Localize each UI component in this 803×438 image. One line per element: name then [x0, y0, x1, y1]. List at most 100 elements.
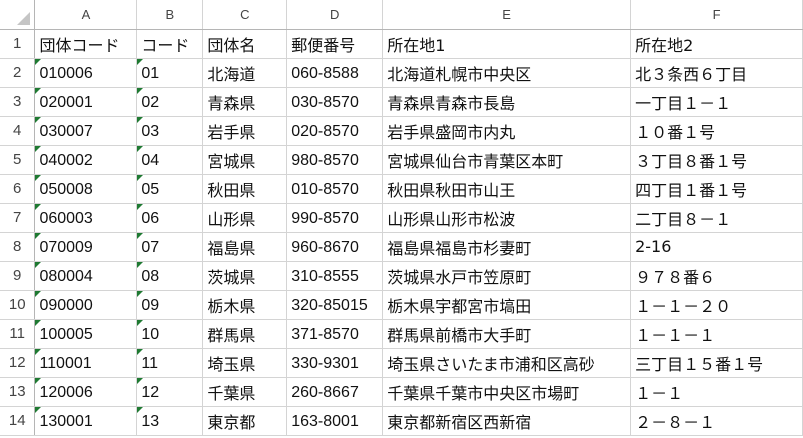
- cell-b[interactable]: 12: [136, 377, 204, 407]
- cell-b[interactable]: 06: [136, 203, 204, 233]
- cell-b[interactable]: 05: [136, 174, 204, 204]
- cell-c[interactable]: 埼玉県: [202, 348, 288, 378]
- cell-c[interactable]: 栃木県: [202, 290, 288, 320]
- cell-a[interactable]: 120006: [34, 377, 138, 407]
- row-header[interactable]: 8: [0, 232, 36, 262]
- cell-e[interactable]: 岩手県盛岡市内丸: [382, 116, 632, 146]
- header-cell-d[interactable]: 郵便番号: [286, 29, 384, 59]
- cell-b[interactable]: 02: [136, 87, 204, 117]
- cell-a[interactable]: 090000: [34, 290, 138, 320]
- cell-c[interactable]: 東京都: [202, 406, 288, 436]
- column-header-f[interactable]: F: [630, 0, 803, 30]
- column-header-a[interactable]: A: [34, 0, 138, 30]
- cell-e[interactable]: 青森県青森市長島: [382, 87, 632, 117]
- cell-d[interactable]: 980-8570: [286, 145, 384, 175]
- cell-e[interactable]: 千葉県千葉市中央区市場町: [382, 377, 632, 407]
- row-header[interactable]: 12: [0, 348, 36, 378]
- cell-e[interactable]: 福島県福島市杉妻町: [382, 232, 632, 262]
- cell-b[interactable]: 03: [136, 116, 204, 146]
- cell-f[interactable]: 一丁目１－１: [630, 87, 803, 117]
- cell-f[interactable]: 二丁目８－１: [630, 203, 803, 233]
- select-all-corner[interactable]: [0, 0, 36, 30]
- cell-c[interactable]: 宮城県: [202, 145, 288, 175]
- cell-e[interactable]: 秋田県秋田市山王: [382, 174, 632, 204]
- cell-a[interactable]: 030007: [34, 116, 138, 146]
- cell-f[interactable]: ２－８－１: [630, 406, 803, 436]
- cell-a[interactable]: 080004: [34, 261, 138, 291]
- row-header[interactable]: 5: [0, 145, 36, 175]
- cell-c[interactable]: 青森県: [202, 87, 288, 117]
- cell-d[interactable]: 030-8570: [286, 87, 384, 117]
- cell-d[interactable]: 163-8001: [286, 406, 384, 436]
- cell-c[interactable]: 北海道: [202, 58, 288, 88]
- cell-b[interactable]: 01: [136, 58, 204, 88]
- cell-f[interactable]: １－１－１: [630, 319, 803, 349]
- cell-f[interactable]: 2-16: [630, 232, 803, 262]
- cell-e[interactable]: 東京都新宿区西新宿: [382, 406, 632, 436]
- cell-b[interactable]: 10: [136, 319, 204, 349]
- cell-f[interactable]: 四丁目１番１号: [630, 174, 803, 204]
- cell-a[interactable]: 100005: [34, 319, 138, 349]
- cell-b[interactable]: 09: [136, 290, 204, 320]
- cell-f[interactable]: 北３条西６丁目: [630, 58, 803, 88]
- cell-f[interactable]: ３丁目８番１号: [630, 145, 803, 175]
- cell-b[interactable]: 13: [136, 406, 204, 436]
- row-header[interactable]: 11: [0, 319, 36, 349]
- header-cell-c[interactable]: 団体名: [202, 29, 288, 59]
- cell-c[interactable]: 岩手県: [202, 116, 288, 146]
- cell-b[interactable]: 04: [136, 145, 204, 175]
- cell-a[interactable]: 010006: [34, 58, 138, 88]
- cell-d[interactable]: 320-85015: [286, 290, 384, 320]
- header-cell-b[interactable]: コード: [136, 29, 204, 59]
- cell-f[interactable]: １０番１号: [630, 116, 803, 146]
- cell-e[interactable]: 栃木県宇都宮市塙田: [382, 290, 632, 320]
- row-header[interactable]: 4: [0, 116, 36, 146]
- cell-a[interactable]: 040002: [34, 145, 138, 175]
- cell-e[interactable]: 埼玉県さいたま市浦和区高砂: [382, 348, 632, 378]
- cell-a[interactable]: 110001: [34, 348, 138, 378]
- cell-a[interactable]: 130001: [34, 406, 138, 436]
- row-header[interactable]: 1: [0, 29, 36, 59]
- cell-f[interactable]: ９７８番６: [630, 261, 803, 291]
- column-header-b[interactable]: B: [136, 0, 204, 30]
- cell-d[interactable]: 260-8667: [286, 377, 384, 407]
- row-header[interactable]: 3: [0, 87, 36, 117]
- cell-a[interactable]: 050008: [34, 174, 138, 204]
- cell-e[interactable]: 北海道札幌市中央区: [382, 58, 632, 88]
- cell-d[interactable]: 960-8670: [286, 232, 384, 262]
- cell-c[interactable]: 茨城県: [202, 261, 288, 291]
- header-cell-a[interactable]: 団体コード: [34, 29, 138, 59]
- cell-b[interactable]: 08: [136, 261, 204, 291]
- cell-a[interactable]: 070009: [34, 232, 138, 262]
- cell-b[interactable]: 07: [136, 232, 204, 262]
- cell-e[interactable]: 宮城県仙台市青葉区本町: [382, 145, 632, 175]
- cell-c[interactable]: 群馬県: [202, 319, 288, 349]
- row-header[interactable]: 9: [0, 261, 36, 291]
- cell-a[interactable]: 020001: [34, 87, 138, 117]
- cell-f[interactable]: １－１: [630, 377, 803, 407]
- row-header[interactable]: 10: [0, 290, 36, 320]
- cell-a[interactable]: 060003: [34, 203, 138, 233]
- cell-e[interactable]: 茨城県水戸市笠原町: [382, 261, 632, 291]
- cell-d[interactable]: 990-8570: [286, 203, 384, 233]
- cell-e[interactable]: 群馬県前橋市大手町: [382, 319, 632, 349]
- cell-c[interactable]: 千葉県: [202, 377, 288, 407]
- cell-d[interactable]: 330-9301: [286, 348, 384, 378]
- cell-c[interactable]: 山形県: [202, 203, 288, 233]
- cell-b[interactable]: 11: [136, 348, 204, 378]
- cell-f[interactable]: 三丁目１５番１号: [630, 348, 803, 378]
- cell-f[interactable]: １－１－２０: [630, 290, 803, 320]
- header-cell-f[interactable]: 所在地2: [630, 29, 803, 59]
- cell-e[interactable]: 山形県山形市松波: [382, 203, 632, 233]
- cell-d[interactable]: 060-8588: [286, 58, 384, 88]
- column-header-d[interactable]: D: [286, 0, 384, 30]
- select-all-triangle-icon[interactable]: [17, 11, 31, 25]
- row-header[interactable]: 2: [0, 58, 36, 88]
- row-header[interactable]: 13: [0, 377, 36, 407]
- cell-c[interactable]: 福島県: [202, 232, 288, 262]
- cell-d[interactable]: 010-8570: [286, 174, 384, 204]
- cell-d[interactable]: 020-8570: [286, 116, 384, 146]
- row-header[interactable]: 6: [0, 174, 36, 204]
- column-header-e[interactable]: E: [382, 0, 632, 30]
- header-cell-e[interactable]: 所在地1: [382, 29, 632, 59]
